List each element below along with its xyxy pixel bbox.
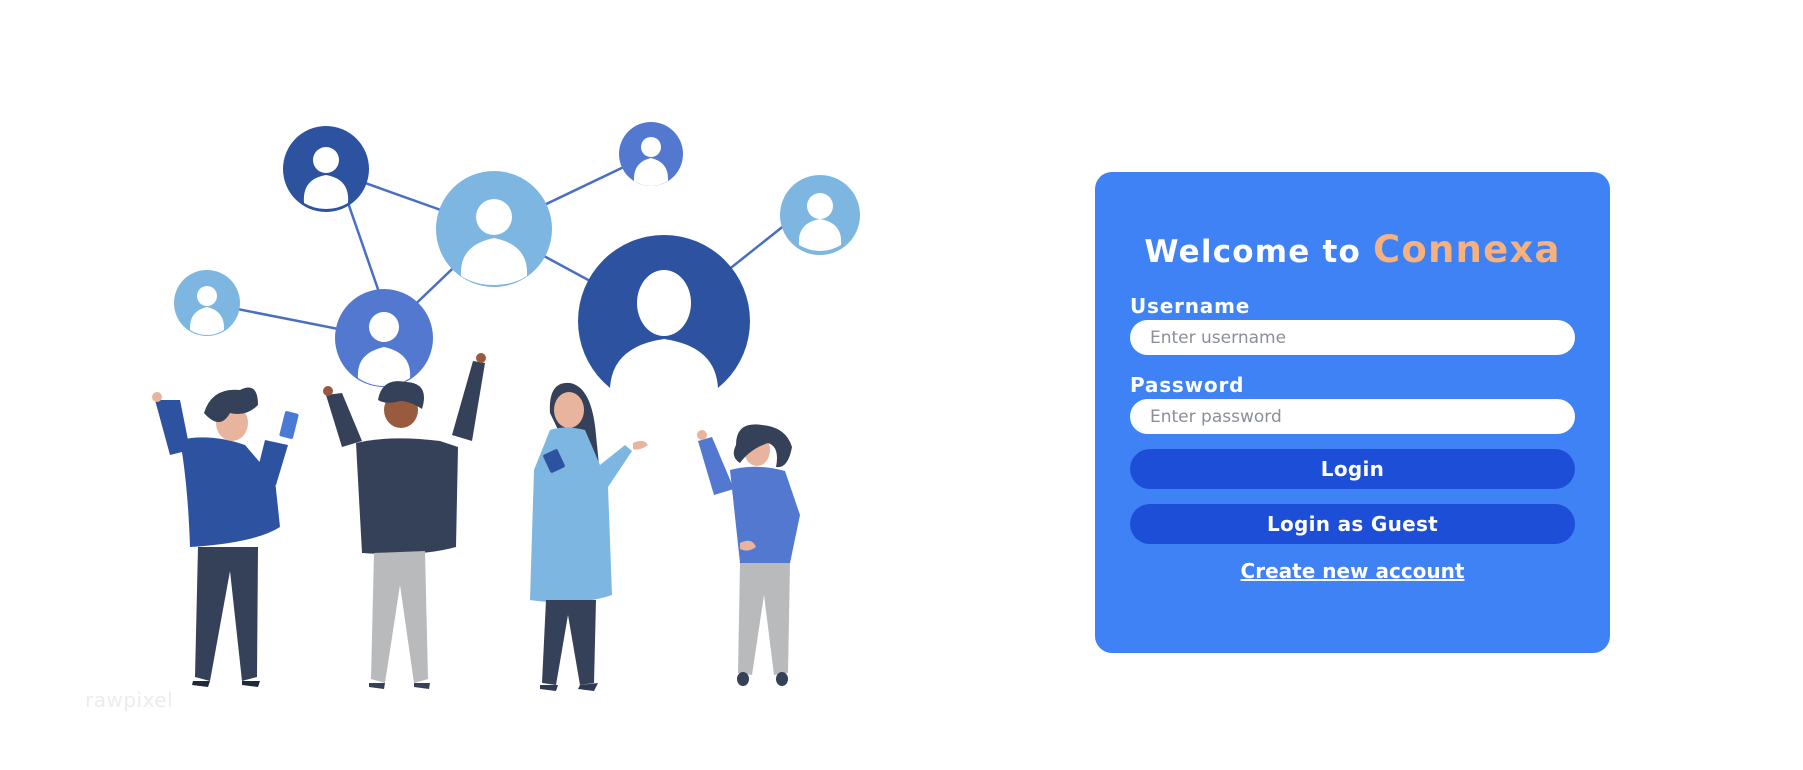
network-node-5 (174, 270, 240, 336)
login-button[interactable]: Login (1130, 449, 1575, 489)
network-node-4 (780, 175, 860, 255)
password-label: Password (1130, 373, 1245, 397)
social-network-illustration (152, 122, 860, 691)
login-as-guest-button[interactable]: Login as Guest (1130, 504, 1575, 544)
login-page: rawpixel Welcome to Connexa Username Pas… (0, 0, 1803, 770)
brand-name: Connexa (1373, 228, 1561, 271)
network-node-3 (619, 122, 683, 186)
rawpixel-watermark: rawpixel (85, 688, 174, 712)
network-node-7 (578, 235, 750, 409)
network-node-2 (436, 171, 552, 287)
person-3-figure (530, 382, 648, 691)
network-node-6 (335, 289, 433, 387)
create-account-link[interactable]: Create new account (1130, 559, 1575, 583)
welcome-text: Welcome to (1144, 234, 1362, 270)
person-1-figure (152, 387, 299, 687)
username-input[interactable] (1130, 320, 1575, 355)
person-2-figure (323, 353, 486, 689)
login-card: Welcome to Connexa Username Password Log… (1095, 172, 1610, 653)
password-input[interactable] (1130, 399, 1575, 434)
username-label: Username (1130, 294, 1251, 318)
network-node-1 (283, 126, 369, 212)
welcome-heading: Welcome to Connexa (1130, 230, 1575, 272)
person-4-figure (697, 424, 800, 686)
